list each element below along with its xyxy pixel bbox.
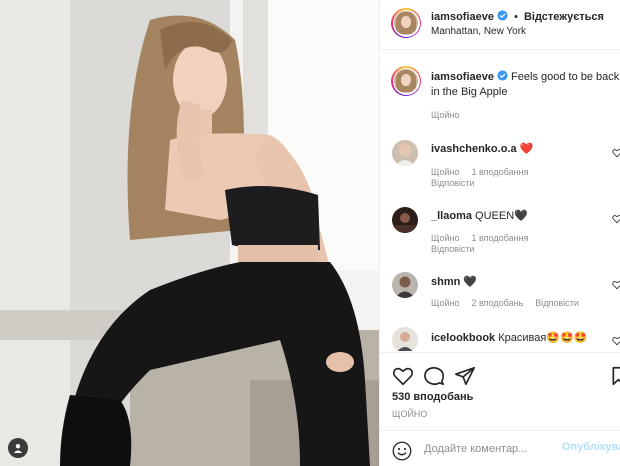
- photo-scene: [0, 0, 379, 466]
- comment-username[interactable]: shmn: [431, 276, 460, 288]
- add-comment-bar: Опублікувати: [380, 430, 620, 466]
- share-icon[interactable]: [454, 365, 476, 387]
- emoji-icon[interactable]: [392, 441, 412, 461]
- comment-text: _llaoma QUEEN🖤: [431, 210, 528, 222]
- comment-icon[interactable]: [423, 365, 445, 387]
- comment-meta: Щойно 1 вподобання: [431, 167, 529, 177]
- post-caption: iamsofiaeve Feels good to be back in the…: [431, 70, 620, 100]
- caption-avatar[interactable]: [391, 66, 421, 96]
- instagram-post: iamsofiaeve • Відстежується Manhattan, N…: [0, 0, 620, 466]
- comment-username[interactable]: icelookbook: [431, 332, 495, 344]
- reply-button[interactable]: Відповісти: [431, 244, 475, 254]
- comment-like-heart-icon[interactable]: [612, 214, 620, 224]
- comment-avatar[interactable]: [392, 272, 418, 298]
- comments-list[interactable]: iamsofiaeve Feels good to be back in the…: [380, 51, 620, 351]
- heart-icon[interactable]: [392, 365, 414, 387]
- comment-likes[interactable]: 1 вподобання: [471, 167, 528, 177]
- comment-like-heart-icon[interactable]: [612, 336, 620, 346]
- comment-text: shmn 🖤: [431, 276, 478, 288]
- comment-likes[interactable]: 2 вподобань: [471, 298, 523, 308]
- comment-avatar[interactable]: [392, 140, 418, 166]
- comment-likes[interactable]: 1 вподобання: [471, 233, 528, 243]
- comment-like-heart-icon[interactable]: [612, 280, 620, 290]
- publish-button[interactable]: Опублікувати: [562, 441, 620, 453]
- comment-avatar[interactable]: [392, 207, 418, 233]
- comment-like-heart-icon[interactable]: [612, 148, 620, 158]
- caption-time: Щойно: [431, 110, 460, 120]
- verified-badge-icon: [497, 70, 508, 81]
- comment-meta: Щойно 2 вподобань Відповісти: [431, 298, 579, 308]
- header-separator: •: [514, 11, 518, 23]
- author-username[interactable]: iamsofiaeve: [431, 11, 494, 23]
- post-header: iamsofiaeve • Відстежується Manhattan, N…: [380, 0, 620, 50]
- comment-input[interactable]: [424, 440, 556, 458]
- likes-count[interactable]: 530 вподобань: [392, 391, 473, 403]
- comment-text: icelookbook Красивая🤩🤩🤩: [431, 332, 588, 344]
- comment-avatar[interactable]: [392, 327, 418, 351]
- caption-username[interactable]: iamsofiaeve: [431, 71, 494, 83]
- reply-button[interactable]: Відповісти: [535, 298, 579, 308]
- post-time: ЩОЙНО: [392, 409, 428, 419]
- comment-meta: Щойно 1 вподобання: [431, 233, 529, 243]
- following-button[interactable]: Відстежується: [524, 11, 604, 23]
- comment-text: ivashchenko.o.a ❤️: [431, 143, 534, 155]
- post-location[interactable]: Manhattan, New York: [431, 26, 526, 37]
- author-avatar[interactable]: [391, 8, 421, 38]
- reply-button[interactable]: Відповісти: [431, 178, 475, 188]
- tagged-user-icon[interactable]: [8, 438, 28, 458]
- post-sidebar: iamsofiaeve • Відстежується Manhattan, N…: [379, 0, 620, 466]
- verified-badge-icon: [497, 10, 508, 21]
- post-photo[interactable]: [0, 0, 379, 466]
- comment-username[interactable]: _llaoma: [431, 210, 472, 222]
- comment-username[interactable]: ivashchenko.o.a: [431, 143, 517, 155]
- bookmark-icon[interactable]: [612, 365, 620, 387]
